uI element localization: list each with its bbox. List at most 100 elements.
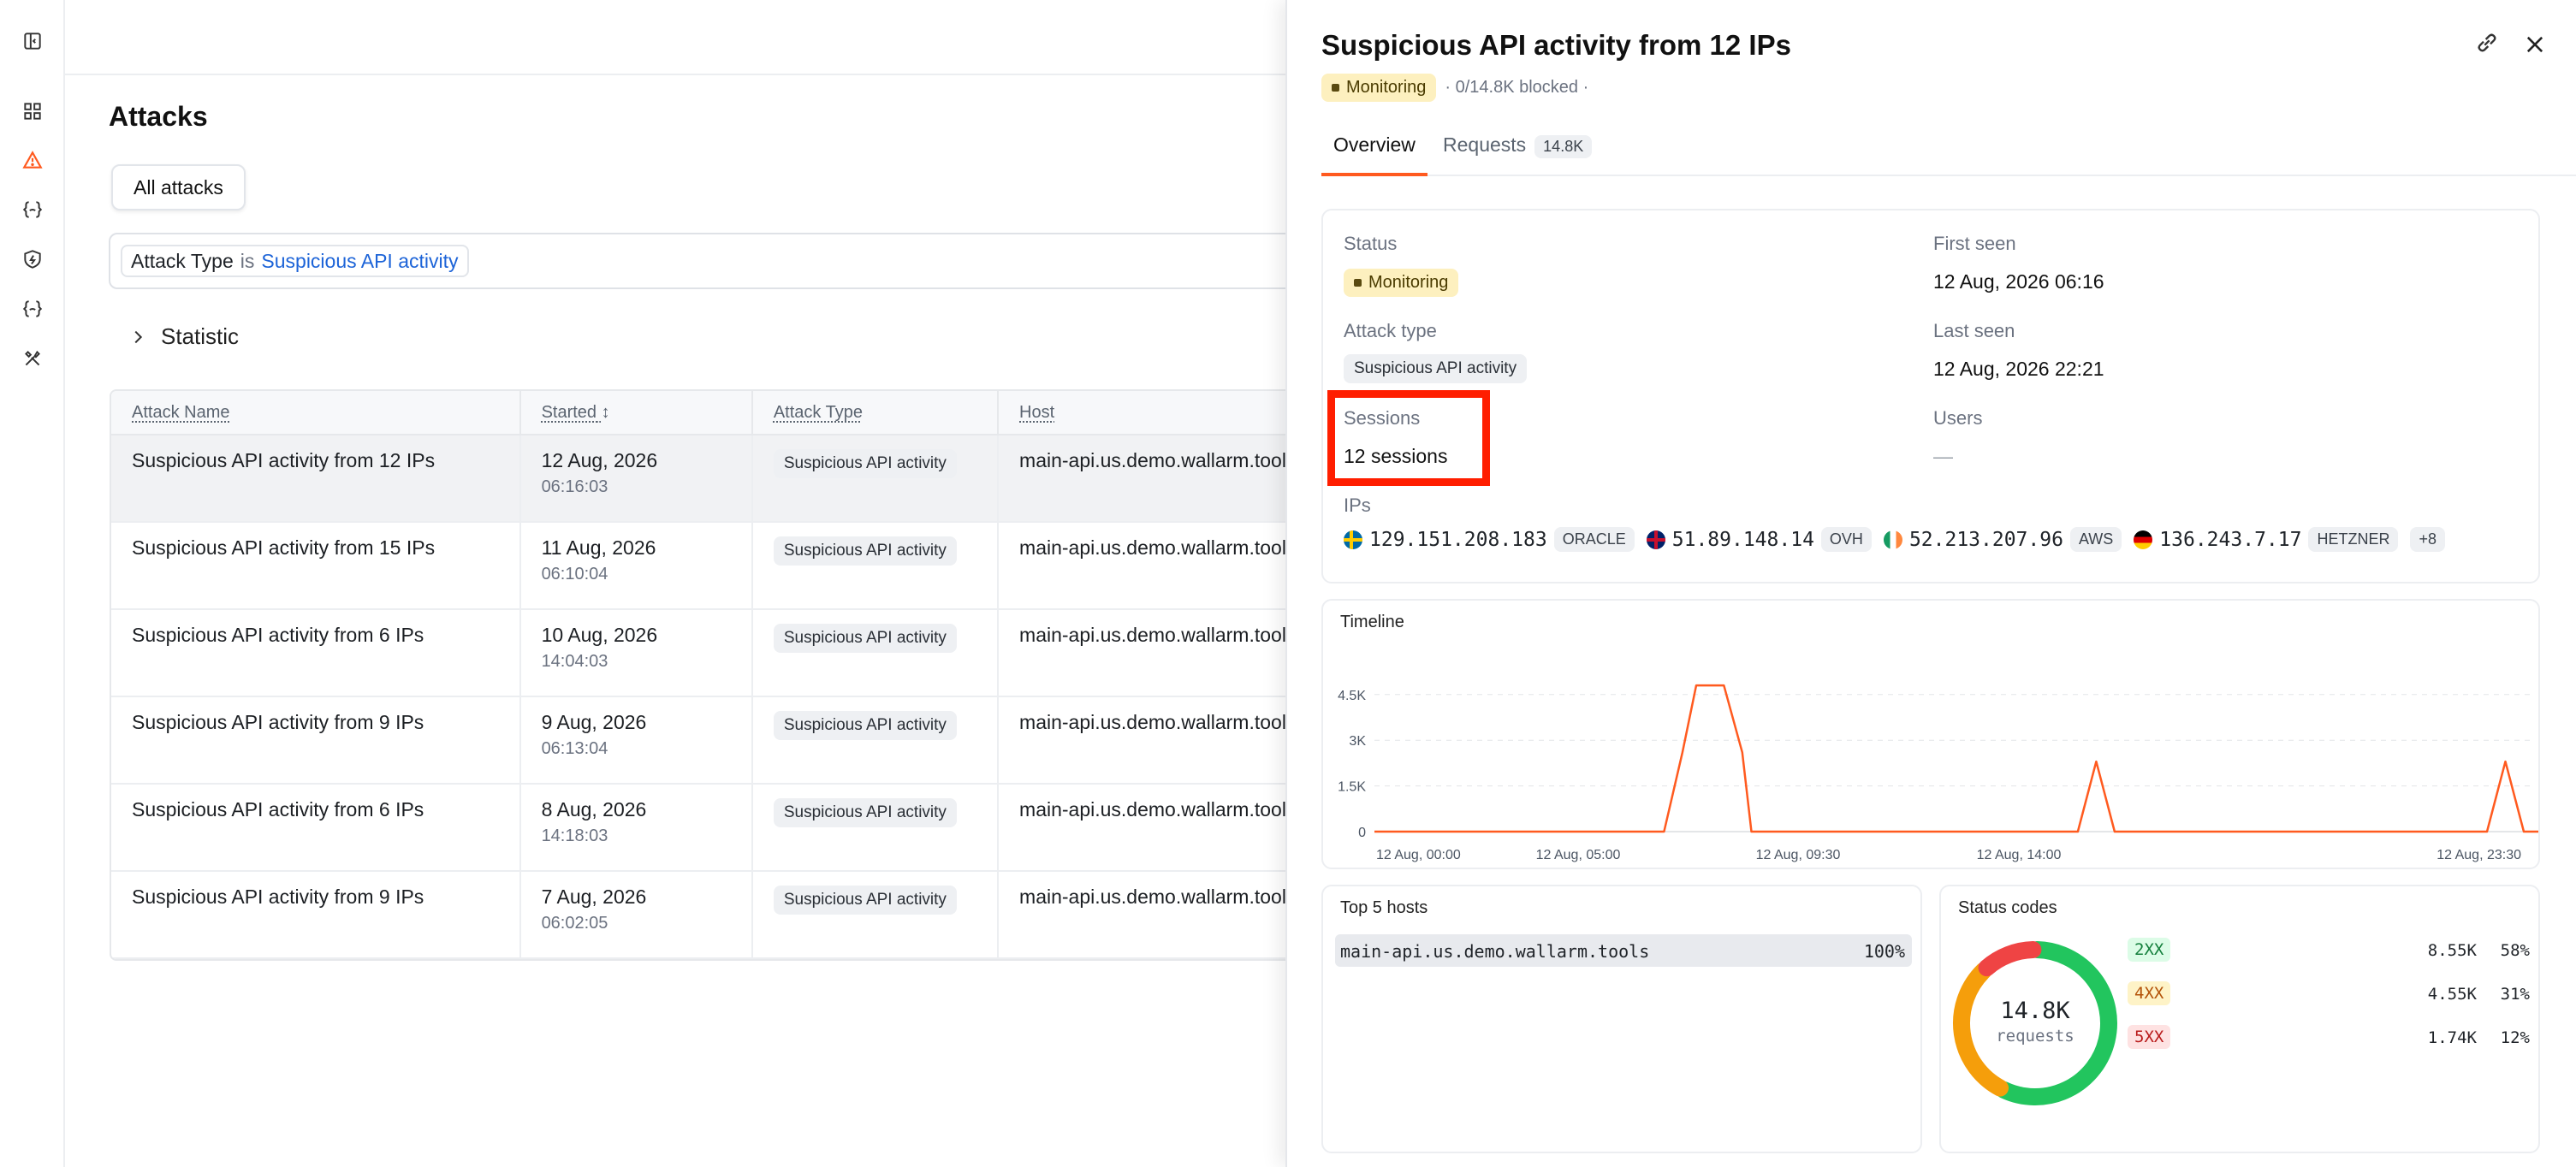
sort-icon[interactable]: ↕ <box>602 403 610 423</box>
column-header-host[interactable]: Host <box>999 391 1306 434</box>
more-ips-badge[interactable]: +8 <box>2410 527 2445 552</box>
ip-address: 52.213.207.96 <box>1908 528 2063 551</box>
users-label: Users <box>1933 407 1983 429</box>
drawer-title: Suspicious API activity from 12 IPs <box>1321 29 1791 61</box>
status-code-row[interactable]: 5XX 1.74K 12% <box>2128 1025 2530 1051</box>
sidebar <box>0 0 65 1167</box>
shield-icon[interactable] <box>15 242 50 276</box>
ip-provider: ORACLE <box>1553 527 1635 552</box>
flag-se-icon <box>1344 530 1362 549</box>
table-row[interactable]: Suspicious API activity from 15 IPs 11 Au… <box>111 523 1306 610</box>
table-header: Attack Name Started ↕ Attack Type Host <box>111 391 1306 435</box>
ip-provider: OVH <box>1820 527 1872 552</box>
status-code-percent: 58% <box>2500 941 2530 960</box>
ip-address: 129.151.208.183 <box>1369 528 1547 551</box>
tab-overview[interactable]: Overview <box>1321 127 1427 176</box>
table-row[interactable]: Suspicious API activity from 12 IPs 12 Au… <box>111 435 1306 523</box>
x-tick-label: 12 Aug, 23:30 <box>2437 848 2521 862</box>
started-cell: 12 Aug, 2026 06:16:03 <box>521 435 753 521</box>
status-badge: Monitoring <box>1321 74 1437 102</box>
table-row[interactable]: Suspicious API activity from 9 IPs 9 Aug,… <box>111 697 1306 785</box>
timeline-card: Timeline 0 1.5K 3K 4.5K 12 Aug, 00:00 12 Aug,… <box>1321 599 2540 869</box>
y-tick-label: 4.5K <box>1338 689 1366 703</box>
host-name: main-api.us.demo.wallarm.tools <box>1340 941 1650 962</box>
ip-chip[interactable]: 51.89.148.14 OVH <box>1646 527 1872 552</box>
attack-type-label: Attack type <box>1344 320 1437 341</box>
column-header-attack-type[interactable]: Attack Type <box>753 391 1000 434</box>
donut-total: 14.8K <box>2000 998 2070 1024</box>
ip-list: 129.151.208.183 ORACLE 51.89.148.14 OVH 52.2… <box>1344 527 2445 552</box>
api-code-icon[interactable] <box>15 193 50 227</box>
close-icon[interactable] <box>2523 33 2547 56</box>
statistic-toggle[interactable]: Statistic <box>128 323 239 350</box>
last-seen-label: Last seen <box>1933 320 2015 341</box>
ip-chip[interactable]: 129.151.208.183 ORACLE <box>1344 527 1635 552</box>
flag-gb-icon <box>1646 530 1665 549</box>
started-cell: 9 Aug, 2026 06:13:04 <box>521 697 753 783</box>
status-code-percent: 31% <box>2500 985 2530 1004</box>
attack-name-cell[interactable]: Suspicious API activity from 12 IPs <box>111 435 521 521</box>
attack-type-cell: Suspicious API activity <box>753 785 1000 870</box>
filter-value[interactable]: Suspicious API activity <box>261 250 458 273</box>
status-value: Monitoring <box>1344 269 1459 297</box>
last-seen-value: 12 Aug, 2026 22:21 <box>1933 358 2104 380</box>
statistic-label: Statistic <box>161 323 240 349</box>
status-codes-card: Status codes 14.8K requests 2XX 8.55K 58% 4… <box>1939 885 2540 1153</box>
ip-provider: AWS <box>2069 527 2122 552</box>
tab-requests[interactable]: Requests 14.8K <box>1431 127 1604 176</box>
attack-type-cell: Suspicious API activity <box>753 610 1000 696</box>
attacks-warning-icon[interactable] <box>15 143 50 177</box>
status-codes-title: Status codes <box>1958 898 2057 917</box>
top-hosts-card: Top 5 hosts main-api.us.demo.wallarm.too… <box>1321 885 1922 1153</box>
started-cell: 7 Aug, 2026 06:02:05 <box>521 872 753 957</box>
table-row[interactable]: Suspicious API activity from 6 IPs 8 Aug,… <box>111 785 1306 872</box>
attack-type-cell: Suspicious API activity <box>753 872 1000 957</box>
users-value: — <box>1933 445 1953 467</box>
first-seen-label: First seen <box>1933 233 2016 254</box>
attack-name-cell[interactable]: Suspicious API activity from 9 IPs <box>111 872 521 957</box>
status-code-pill: 4XX <box>2128 981 2171 1005</box>
attacks-table: Attack Name Started ↕ Attack Type Host S… <box>110 389 1308 961</box>
api-code-icon-2[interactable] <box>15 292 50 326</box>
attack-type-value: Suspicious API activity <box>1344 354 1528 383</box>
status-code-pill: 2XX <box>2128 938 2171 962</box>
table-row[interactable]: Suspicious API activity from 9 IPs 7 Aug,… <box>111 872 1306 959</box>
flag-de-icon <box>2134 530 2153 549</box>
sessions-highlight-box <box>1327 390 1490 486</box>
y-tick-label: 0 <box>1358 826 1366 840</box>
started-cell: 11 Aug, 2026 06:10:04 <box>521 523 753 608</box>
status-code-pill: 5XX <box>2128 1025 2171 1049</box>
y-tick-label: 1.5K <box>1338 780 1366 795</box>
tab-all-attacks[interactable]: All attacks <box>111 164 246 210</box>
collapse-sidebar-icon[interactable] <box>15 24 50 58</box>
dashboard-icon[interactable] <box>15 94 50 128</box>
status-code-row[interactable]: 4XX 4.55K 31% <box>2128 981 2530 1007</box>
status-code-count: 8.55K <box>2427 941 2477 960</box>
page-title: Attacks <box>109 101 208 132</box>
attack-name-cell[interactable]: Suspicious API activity from 6 IPs <box>111 610 521 696</box>
filter-bar[interactable]: Attack Type is Suspicious API activity <box>109 233 1341 289</box>
attack-name-cell[interactable]: Suspicious API activity from 15 IPs <box>111 523 521 608</box>
requests-count-badge: 14.8K <box>1534 135 1593 158</box>
ip-address: 51.89.148.14 <box>1671 528 1814 551</box>
filter-operator: is <box>240 249 255 272</box>
table-row[interactable]: Suspicious API activity from 6 IPs 10 Aug… <box>111 610 1306 697</box>
x-tick-label: 12 Aug, 05:00 <box>1536 848 1621 862</box>
ip-chip[interactable]: 52.213.207.96 AWS <box>1883 527 2122 552</box>
filter-chip[interactable]: Attack Type is Suspicious API activity <box>121 245 469 277</box>
attack-type-cell: Suspicious API activity <box>753 523 1000 608</box>
column-header-started[interactable]: Started ↕ <box>521 391 753 434</box>
host-cell: main-api.us.demo.wallarm.tools <box>1019 536 1297 559</box>
status-code-row[interactable]: 2XX 8.55K 58% <box>2128 938 2530 963</box>
donut-total-label: requests <box>1996 1027 2074 1046</box>
host-bar[interactable]: main-api.us.demo.wallarm.tools 100% <box>1335 934 1912 967</box>
ip-chip[interactable]: 136.243.7.17 HETZNER <box>2134 527 2399 552</box>
attack-name-cell[interactable]: Suspicious API activity from 6 IPs <box>111 785 521 870</box>
attack-name-cell[interactable]: Suspicious API activity from 9 IPs <box>111 697 521 783</box>
column-header-attack-name[interactable]: Attack Name <box>111 391 521 434</box>
tools-icon[interactable] <box>15 341 50 376</box>
drawer-status-row: Monitoring · 0/14.8K blocked · <box>1321 74 1588 102</box>
copy-link-icon[interactable] <box>2473 29 2501 56</box>
chevron-right-icon <box>134 330 143 343</box>
flag-ie-icon <box>1883 530 1902 549</box>
